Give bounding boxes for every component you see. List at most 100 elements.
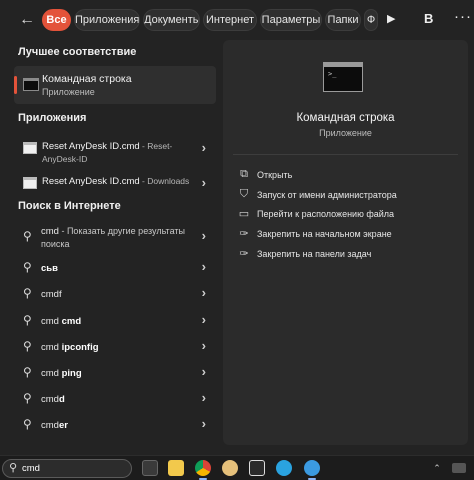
query-completion: er <box>58 420 68 431</box>
preview-pane: >_ Командная строка Приложение ⧉ Открыть… <box>223 40 468 445</box>
play-icon[interactable]: ▶ <box>387 12 395 25</box>
folder-icon: ▭ <box>238 208 250 220</box>
app-result[interactable]: Reset AnyDesk ID.cmd - Downloads › <box>14 171 216 201</box>
web-result-text: cmd cmd <box>41 316 81 327</box>
chevron-right-icon[interactable]: › <box>202 364 206 379</box>
search-icon: ⚲ <box>23 365 32 379</box>
query-text: cmd <box>41 394 59 405</box>
file-explorer-icon[interactable] <box>168 460 184 476</box>
query-hint-continued: поиска <box>41 239 70 249</box>
best-match-subtitle: Приложение <box>42 87 95 97</box>
search-icon: ⚲ <box>23 391 32 405</box>
chevron-right-icon[interactable]: › <box>202 416 206 431</box>
pin-icon: ✑ <box>239 248 249 260</box>
chevron-right-icon[interactable]: › <box>202 285 206 300</box>
app-path: - Downloads <box>139 176 190 186</box>
chevron-up-icon[interactable]: ⌃ <box>432 463 442 473</box>
chevron-right-icon[interactable]: › <box>202 228 206 243</box>
web-result-text: cmdd <box>41 394 65 405</box>
web-result-text: cmd - Показать другие результаты поиска <box>41 225 191 251</box>
search-icon: ⚲ <box>23 260 32 274</box>
web-result[interactable]: ⚲ сьв › <box>14 259 216 281</box>
action-pin-to-taskbar[interactable]: ✑ Закрепить на панели задач <box>237 247 457 263</box>
action-open-file-location[interactable]: ▭ Перейти к расположению файла <box>237 207 457 223</box>
web-result[interactable]: ⚲ cmd - Показать другие результаты поиска… <box>14 225 216 251</box>
shield-icon: ⛉ <box>239 188 249 200</box>
query-text: cmd <box>41 342 62 353</box>
command-prompt-large-icon: >_ <box>323 62 363 92</box>
chevron-right-icon[interactable]: › <box>202 390 206 405</box>
search-icon: ⚲ <box>23 417 32 431</box>
chevron-right-icon[interactable]: › <box>202 259 206 274</box>
app-result-text: Reset AnyDesk ID.cmd - Downloads <box>42 175 192 188</box>
section-title-apps: Приложения <box>18 112 87 124</box>
action-label: Закрепить на панели задач <box>257 249 372 259</box>
web-result[interactable]: ⚲ cmder › <box>14 416 216 438</box>
web-result[interactable]: ⚲ cmd ipconfig › <box>14 338 216 360</box>
chevron-right-icon[interactable]: › <box>202 312 206 327</box>
query-completion: ping <box>61 368 82 379</box>
action-run-as-admin[interactable]: ⛉ Запуск от имени администратора <box>237 188 457 204</box>
search-icon: ⚲ <box>23 339 32 353</box>
search-icon: ⚲ <box>23 313 32 327</box>
query-completion: cmd <box>61 316 82 327</box>
action-label: Перейти к расположению файла <box>257 209 395 219</box>
app-icon[interactable] <box>304 460 320 476</box>
filter-chip-folders[interactable]: Папки <box>325 9 361 31</box>
back-arrow-icon[interactable]: ← <box>16 10 38 30</box>
divider <box>233 154 458 155</box>
taskbar-search-input[interactable] <box>22 462 122 475</box>
taskbar: ⚲ ⌃ <box>0 455 474 480</box>
query-hint: - Показать другие результаты <box>58 226 185 236</box>
web-result[interactable]: ⚲ cmd cmd › <box>14 312 216 334</box>
app-icon[interactable] <box>222 460 238 476</box>
web-result[interactable]: ⚲ cmdd › <box>14 390 216 412</box>
app-name: Reset AnyDesk ID.cmd <box>42 176 140 187</box>
query-text: cmd <box>41 226 59 237</box>
query-completion: сьв <box>41 263 58 274</box>
filter-chip-documents[interactable]: Документы <box>143 9 200 31</box>
query-completion: d <box>58 394 65 405</box>
account-initial[interactable]: В <box>424 11 433 26</box>
app-path: - Reset- <box>139 141 173 151</box>
task-view-icon[interactable] <box>142 460 158 476</box>
pin-icon: ✑ <box>239 228 249 240</box>
open-icon: ⧉ <box>240 168 248 180</box>
more-options-icon[interactable]: ··· <box>454 8 472 25</box>
web-result-text: сьв <box>41 263 58 274</box>
filter-chip-settings[interactable]: Параметры <box>260 9 322 31</box>
search-icon: ⚲ <box>23 286 32 300</box>
web-result[interactable]: ⚲ cmdf › <box>14 285 216 307</box>
query-completion: ipconfig <box>61 342 99 353</box>
search-icon: ⚲ <box>23 229 32 243</box>
filter-chip-web[interactable]: Интернет <box>203 9 257 31</box>
app-path-continued: AnyDesk-ID <box>42 154 88 164</box>
chrome-icon[interactable] <box>195 460 211 476</box>
app-name: Reset AnyDesk ID.cmd <box>42 141 140 152</box>
action-open[interactable]: ⧉ Открыть <box>237 168 457 184</box>
filter-chip-more[interactable]: Ф <box>364 9 378 31</box>
filter-chip-all[interactable]: Все <box>42 9 71 31</box>
chevron-right-icon[interactable]: › <box>202 175 206 190</box>
selection-accent <box>14 76 17 94</box>
section-title-best-match: Лучшее соответствие <box>18 46 137 58</box>
best-match-item[interactable]: Командная строка Приложение <box>14 66 216 104</box>
web-result[interactable]: ⚲ cmd ping › <box>14 364 216 386</box>
web-result-text: cmd ping <box>41 368 82 379</box>
web-result-text: cmder <box>41 420 68 431</box>
chevron-right-icon[interactable]: › <box>202 338 206 353</box>
action-label: Закрепить на начальном экране <box>257 229 392 239</box>
filter-chip-apps[interactable]: Приложения <box>74 9 140 31</box>
query-text: cmd <box>41 368 62 379</box>
section-title-web: Поиск в Интернете <box>18 200 121 212</box>
app-icon[interactable] <box>249 460 265 476</box>
web-result-text: cmd ipconfig <box>41 342 99 353</box>
taskbar-search-box[interactable]: ⚲ <box>2 459 132 478</box>
action-pin-to-start[interactable]: ✑ Закрепить на начальном экране <box>237 227 457 243</box>
chevron-right-icon[interactable]: › <box>202 140 206 155</box>
search-icon: ⚲ <box>9 462 18 474</box>
system-tray-icon[interactable] <box>452 463 466 473</box>
telegram-icon[interactable] <box>276 460 292 476</box>
app-result[interactable]: Reset AnyDesk ID.cmd - Reset- AnyDesk-ID… <box>14 136 216 166</box>
action-label: Запуск от имени администратора <box>257 190 397 200</box>
